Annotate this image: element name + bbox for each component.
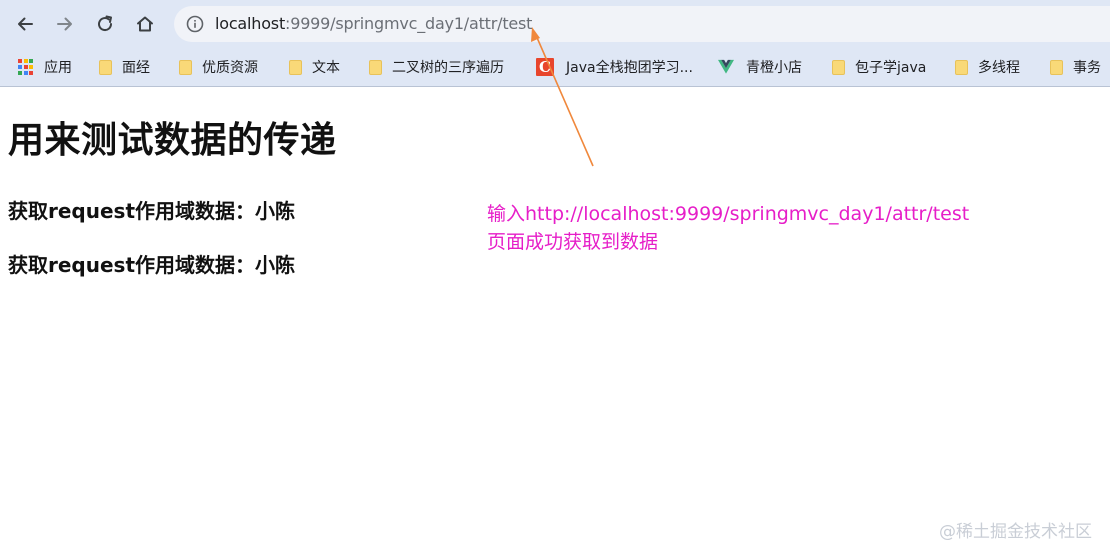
arrow-right-icon (57, 17, 72, 31)
bookmark-label: 青橙小店 (746, 60, 802, 76)
bookmark-label: 包子学java (855, 60, 927, 76)
annotation-line: 页面成功获取到数据 (487, 231, 659, 253)
c-logo-icon: C (536, 58, 554, 76)
bookmark-label: 事务 (1073, 60, 1101, 76)
annotation-line: 输入http://localhost:9999/springmvc_day1/a… (487, 203, 970, 225)
folder-icon (99, 59, 112, 75)
page-title: 用来测试数据的传递 (8, 120, 337, 161)
bookmark-label: 文本 (312, 60, 340, 76)
bookmark-folder[interactable]: 多线程 (955, 56, 1020, 78)
reload-icon (98, 15, 113, 32)
bookmark-label: 多线程 (978, 60, 1020, 76)
arrow-left-icon (18, 17, 33, 31)
url-text[interactable]: localhost:9999/springmvc_day1/attr/test (215, 13, 532, 35)
back-button[interactable] (11, 10, 39, 38)
vue-logo-icon (718, 59, 734, 74)
request-data-line: 获取request作用域数据：小陈 (8, 199, 296, 223)
url-host: localhost (215, 14, 286, 33)
bookmark-label: 应用 (44, 60, 72, 76)
annotation-text: 输入http://localhost:9999/springmvc_day1/a… (487, 200, 969, 256)
bookmark-apps[interactable]: 应用 (18, 56, 72, 78)
bookmark-folder[interactable]: 面经 (99, 56, 150, 78)
folder-icon (289, 59, 302, 75)
bookmark-folder[interactable]: 包子学java (832, 56, 926, 78)
folder-icon (179, 59, 192, 75)
bookmark-label: Java全栈抱团学习... (566, 60, 693, 76)
bookmark-folder[interactable]: 优质资源 (179, 56, 258, 78)
bookmark-site[interactable]: 青橙小店 (718, 56, 802, 78)
browser-toolbar: localhost:9999/springmvc_day1/attr/test (0, 0, 1110, 48)
request-data-line: 获取request作用域数据：小陈 (8, 253, 296, 277)
forward-button[interactable] (51, 10, 79, 38)
folder-icon (369, 59, 382, 75)
url-path: :9999/springmvc_day1/attr/test (285, 14, 533, 33)
bookmark-label: 面经 (122, 60, 150, 76)
bookmark-site[interactable]: C Java全栈抱团学习... (536, 56, 693, 78)
bookmark-folder[interactable]: 文本 (289, 56, 340, 78)
apps-grid-icon (18, 59, 34, 75)
bookmark-label: 二叉树的三序遍历 (392, 60, 504, 76)
bookmark-label: 优质资源 (202, 60, 258, 76)
bookmark-folder[interactable]: 事务 (1050, 56, 1101, 78)
address-bar[interactable]: localhost:9999/springmvc_day1/attr/test (174, 6, 1110, 42)
folder-icon (832, 59, 845, 75)
reload-button[interactable] (91, 10, 119, 38)
bookmarks-bar: 应用 面经 优质资源 文本 二叉树的三序遍历 C Java全栈抱团学习... 青… (0, 48, 1110, 87)
folder-icon (1050, 59, 1063, 75)
bookmark-folder[interactable]: 二叉树的三序遍历 (369, 56, 504, 78)
home-icon (137, 16, 153, 32)
folder-icon (955, 59, 968, 75)
info-icon[interactable] (186, 15, 204, 33)
watermark: @稀土掘金技术社区 (939, 522, 1092, 542)
home-button[interactable] (131, 10, 159, 38)
